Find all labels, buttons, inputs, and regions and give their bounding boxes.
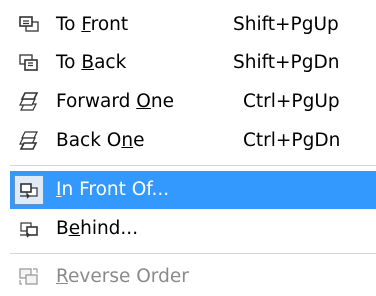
menu-item-in-front-of[interactable]: In Front Of... — [10, 171, 376, 209]
arrange-order-menu: To Front Shift+PgUp To Back Shift+PgDn F… — [0, 0, 376, 296]
menu-item-shortcut: Shift+PgUp — [233, 14, 339, 35]
reverse-order-icon — [17, 265, 41, 289]
back-one-icon — [17, 129, 41, 153]
menu-item-to-back[interactable]: To Back Shift+PgDn — [0, 44, 376, 82]
behind-icon — [17, 217, 41, 241]
menu-separator — [10, 253, 376, 254]
menu-item-shortcut: Ctrl+PgDn — [243, 130, 341, 151]
to-back-icon — [17, 51, 41, 75]
menu-item-reverse-order: Reverse Order — [0, 258, 376, 296]
menu-item-behind[interactable]: Behind... — [0, 210, 376, 248]
menu-item-label: Reverse Order — [56, 266, 189, 287]
to-front-icon — [17, 13, 41, 37]
menu-separator — [10, 165, 376, 166]
menu-item-label: To Front — [56, 14, 129, 35]
menu-item-to-front[interactable]: To Front Shift+PgUp — [0, 6, 376, 44]
menu-item-label: To Back — [56, 52, 127, 73]
menu-item-label: Behind... — [56, 218, 139, 239]
menu-item-shortcut: Shift+PgDn — [233, 52, 340, 73]
forward-one-icon — [17, 90, 41, 114]
menu-item-back-one[interactable]: Back One Ctrl+PgDn — [0, 122, 376, 160]
menu-item-forward-one[interactable]: Forward One Ctrl+PgUp — [0, 83, 376, 121]
menu-item-label: Forward One — [56, 91, 174, 112]
menu-item-label: Back One — [56, 130, 145, 151]
menu-item-shortcut: Ctrl+PgUp — [243, 91, 340, 112]
menu-item-label: In Front Of... — [56, 179, 170, 200]
in-front-of-icon — [17, 178, 41, 202]
